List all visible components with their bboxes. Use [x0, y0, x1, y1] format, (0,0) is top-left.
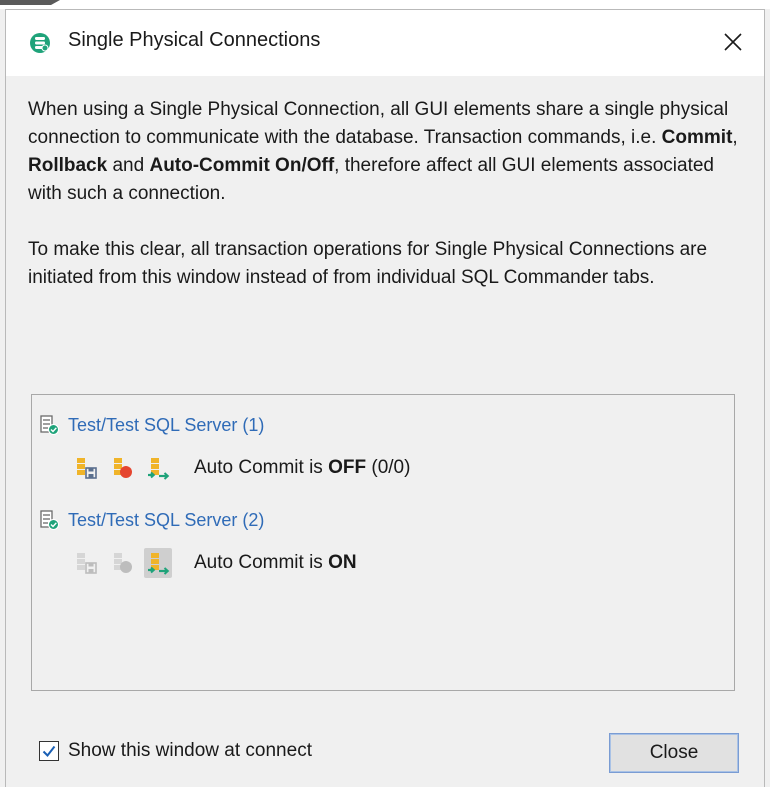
commit-icon — [77, 458, 97, 479]
background-window-strip — [0, 0, 770, 9]
status-value: OFF — [328, 457, 367, 478]
auto-commit-toggle-button[interactable] — [144, 548, 172, 578]
rollback-icon — [114, 553, 132, 573]
title-bar: Single Physical Connections — [6, 10, 764, 76]
transaction-commands: Auto Commit is ON — [72, 545, 357, 581]
app-logo-icon — [30, 33, 50, 53]
connection-row[interactable]: Test/Test SQL Server (2) — [38, 506, 264, 534]
database-connected-icon — [40, 510, 59, 530]
rollback-button[interactable] — [108, 453, 136, 483]
status-suffix: (0/0) — [366, 457, 411, 478]
status-value: ON — [328, 552, 357, 573]
database-connected-icon — [40, 415, 59, 435]
description: When using a Single Physical Connection,… — [28, 96, 748, 292]
auto-commit-status: Auto Commit is ON — [194, 552, 357, 574]
description-run: Auto-Commit On/Off — [149, 155, 335, 176]
description-paragraph-1: When using a Single Physical Connection,… — [28, 96, 748, 208]
rollback-icon — [114, 458, 132, 478]
auto-commit-status: Auto Commit is OFF (0/0) — [194, 457, 410, 479]
description-run: Rollback — [28, 155, 108, 176]
description-run: When using a Single Physical Connection,… — [28, 99, 729, 148]
close-button[interactable]: Close — [609, 733, 739, 773]
connection-label[interactable]: Test/Test SQL Server (1) — [68, 415, 264, 436]
single-physical-connections-dialog: Single Physical Connections When using a… — [5, 9, 765, 787]
status-prefix: Auto Commit is — [194, 552, 329, 573]
checkmark-icon — [42, 745, 56, 758]
rollback-button[interactable] — [108, 548, 136, 578]
auto-commit-toggle-icon — [148, 553, 170, 575]
description-run: , — [732, 127, 738, 148]
checkbox-box[interactable] — [39, 741, 59, 761]
status-prefix: Auto Commit is — [194, 457, 329, 478]
commit-button[interactable] — [72, 548, 100, 578]
auto-commit-toggle-button[interactable] — [144, 453, 172, 483]
background-window-fragment — [0, 0, 60, 5]
description-run: and — [107, 155, 150, 176]
commit-button[interactable] — [72, 453, 100, 483]
auto-commit-toggle-icon — [148, 458, 170, 480]
close-icon[interactable] — [714, 23, 752, 61]
show-at-connect-checkbox[interactable]: Show this window at connect — [39, 740, 312, 762]
window-title: Single Physical Connections — [68, 29, 321, 51]
description-run: Commit — [661, 127, 733, 148]
transaction-commands: Auto Commit is OFF (0/0) — [72, 450, 410, 486]
connection-row[interactable]: Test/Test SQL Server (1) — [38, 411, 264, 439]
connections-panel: Test/Test SQL Server (1) Auto Commit is O… — [31, 394, 735, 691]
commit-icon — [77, 553, 97, 574]
connection-label[interactable]: Test/Test SQL Server (2) — [68, 510, 264, 531]
description-paragraph-2: To make this clear, all transaction oper… — [28, 239, 708, 288]
show-at-connect-label: Show this window at connect — [68, 740, 312, 761]
